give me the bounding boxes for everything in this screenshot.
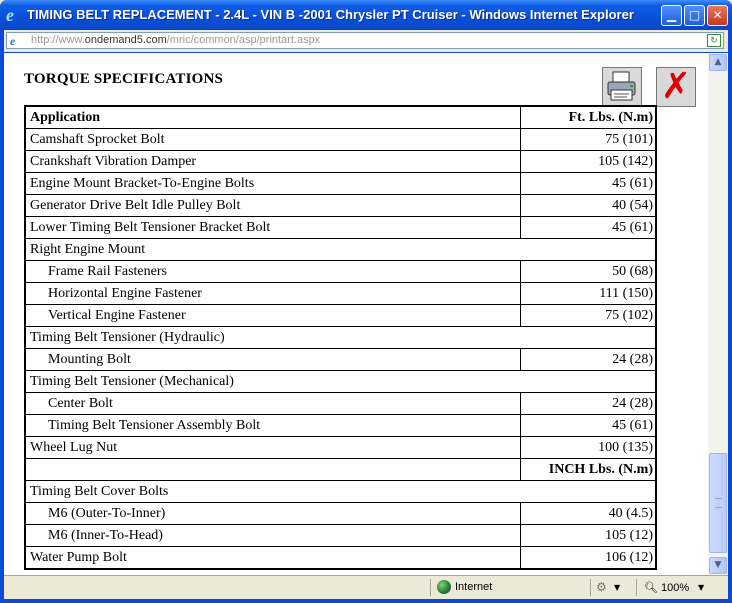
page-content: TORQUE SPECIFICATIONS ✗ Application Ft. …	[4, 53, 708, 575]
table-row: Camshaft Sprocket Bolt 75 (101)	[25, 128, 656, 151]
row-value: 100 (135)	[520, 436, 656, 459]
row-application: Center Bolt	[25, 392, 521, 415]
page-icon: e	[10, 34, 16, 48]
grip-icon	[715, 498, 722, 508]
table-row: Mounting Bolt 24 (28)	[25, 348, 656, 371]
vertical-scrollbar[interactable]: ▲ ▼	[708, 53, 728, 575]
compatibility-icon[interactable]: ↻	[707, 34, 721, 47]
row-application: Water Pump Bolt	[25, 546, 521, 570]
maximize-button[interactable]: □	[684, 5, 705, 26]
table-row: M6 (Inner-To-Head) 105 (12)	[25, 524, 656, 547]
row-application: Lower Timing Belt Tensioner Bracket Bolt	[25, 216, 521, 239]
table-group-row: Right Engine Mount	[25, 238, 656, 261]
print-button[interactable]	[602, 67, 642, 107]
row-value: 40 (54)	[520, 194, 656, 217]
table-row: Frame Rail Fasteners 50 (68)	[25, 260, 656, 283]
row-application: Generator Drive Belt Idle Pulley Bolt	[25, 194, 521, 217]
row-application: Engine Mount Bracket-To-Engine Bolts	[25, 172, 521, 195]
row-value: 106 (12)	[520, 546, 656, 570]
group-heading: Right Engine Mount	[25, 238, 656, 261]
group-heading: Timing Belt Cover Bolts	[25, 480, 656, 503]
row-value: 50 (68)	[520, 260, 656, 283]
column-header-ftlbs: Ft. Lbs. (N.m)	[520, 106, 656, 129]
row-value: 24 (28)	[520, 348, 656, 371]
table-group-row: Timing Belt Tensioner (Mechanical)	[25, 370, 656, 393]
table-row: Water Pump Bolt 106 (12)	[25, 546, 656, 570]
row-application: Vertical Engine Fastener	[25, 304, 521, 327]
zoom-level[interactable]: 🔍︎ 100%	[644, 581, 689, 594]
scroll-up-arrow-icon[interactable]: ▲	[709, 54, 727, 71]
table-row: Engine Mount Bracket-To-Engine Bolts 45 (…	[25, 172, 656, 195]
globe-icon	[437, 580, 451, 594]
row-application: Camshaft Sprocket Bolt	[25, 128, 521, 151]
row-value: 111 (150)	[520, 282, 656, 305]
address-url[interactable]: http://www.ondemand5.com/mric/common/asp…	[31, 34, 320, 46]
page-title: TORQUE SPECIFICATIONS	[24, 71, 224, 87]
row-application: Crankshaft Vibration Damper	[25, 150, 521, 173]
table-header-row: Application Ft. Lbs. (N.m)	[25, 106, 656, 129]
address-bar: e http://www.ondemand5.com/mric/common/a…	[4, 30, 728, 52]
row-value: 45 (61)	[520, 216, 656, 239]
printer-icon	[607, 71, 636, 101]
close-window-button[interactable]: ✕	[707, 5, 728, 26]
row-application: Mounting Bolt	[25, 348, 521, 371]
table-row: Vertical Engine Fastener 75 (102)	[25, 304, 656, 327]
row-value: 75 (102)	[520, 304, 656, 327]
table-row: Crankshaft Vibration Damper 105 (142)	[25, 150, 656, 173]
table-row: Generator Drive Belt Idle Pulley Bolt 40 …	[25, 194, 656, 217]
group-heading: Timing Belt Tensioner (Mechanical)	[25, 370, 656, 393]
column-header-application: Application	[25, 106, 521, 129]
title-bar: e TIMING BELT REPLACEMENT - 2.4L - VIN B…	[0, 0, 732, 30]
column-header-inchlbs: INCH Lbs. (N.m)	[520, 458, 656, 481]
row-value: 105 (12)	[520, 524, 656, 547]
window-title: TIMING BELT REPLACEMENT - 2.4L - VIN B -…	[27, 7, 634, 22]
table-group-row: Timing Belt Cover Bolts	[25, 480, 656, 503]
security-zone: Internet	[455, 581, 493, 593]
row-application: Horizontal Engine Fastener	[25, 282, 521, 305]
table-row: Lower Timing Belt Tensioner Bracket Bolt…	[25, 216, 656, 239]
row-value: 45 (61)	[520, 172, 656, 195]
address-field[interactable]: e http://www.ondemand5.com/mric/common/a…	[6, 32, 724, 49]
row-value: 24 (28)	[520, 392, 656, 415]
browser-window: e TIMING BELT REPLACEMENT - 2.4L - VIN B…	[0, 0, 732, 603]
group-heading: Timing Belt Tensioner (Hydraulic)	[25, 326, 656, 349]
row-application: Frame Rail Fasteners	[25, 260, 521, 283]
table-row: Timing Belt Tensioner Assembly Bolt 45 (6…	[25, 414, 656, 437]
table-row: Horizontal Engine Fastener 111 (150)	[25, 282, 656, 305]
scroll-down-arrow-icon[interactable]: ▼	[709, 557, 727, 574]
row-application: Wheel Lug Nut	[25, 436, 521, 459]
close-page-button[interactable]: ✗	[656, 67, 696, 107]
status-divider	[636, 579, 637, 596]
table-row: M6 (Outer-To-Inner) 40 (4.5)	[25, 502, 656, 525]
status-divider	[590, 579, 591, 596]
chevron-down-icon[interactable]: ▼	[614, 583, 620, 592]
table-group-row: Timing Belt Tensioner (Hydraulic)	[25, 326, 656, 349]
row-application: M6 (Inner-To-Head)	[25, 524, 521, 547]
row-value: 105 (142)	[520, 150, 656, 173]
row-value: 40 (4.5)	[520, 502, 656, 525]
table-subheader-row: INCH Lbs. (N.m)	[25, 458, 656, 481]
row-value: 45 (61)	[520, 414, 656, 437]
red-x-icon: ✗	[660, 66, 692, 107]
minimize-button[interactable]: ▁	[661, 5, 682, 26]
row-application: M6 (Outer-To-Inner)	[25, 502, 521, 525]
status-bar: Internet ⚙ ▼ 🔍︎ 100% ▼	[4, 575, 728, 599]
torque-table: Application Ft. Lbs. (N.m) Camshaft Spro…	[24, 105, 657, 570]
table-row: Center Bolt 24 (28)	[25, 392, 656, 415]
scroll-thumb[interactable]	[709, 453, 727, 553]
row-application: Timing Belt Tensioner Assembly Bolt	[25, 414, 521, 437]
row-value: 75 (101)	[520, 128, 656, 151]
ie-icon: e	[6, 5, 14, 25]
table-row: Wheel Lug Nut 100 (135)	[25, 436, 656, 459]
protected-mode-icon[interactable]: ⚙	[596, 580, 607, 594]
status-divider	[430, 579, 431, 596]
zoom-dropdown-icon[interactable]: ▼	[698, 583, 704, 592]
subheader-spacer	[25, 458, 521, 481]
